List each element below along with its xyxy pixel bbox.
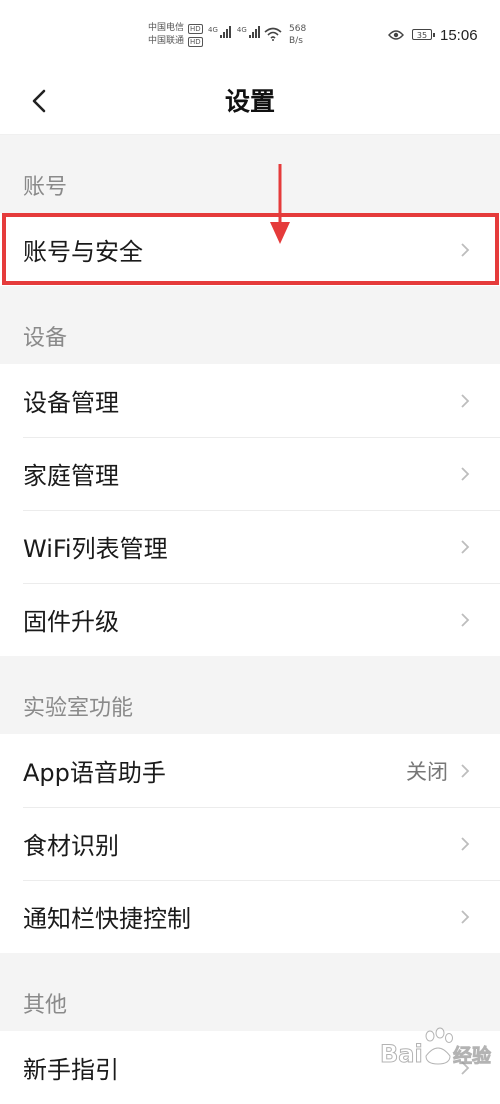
chevron-right-icon xyxy=(461,612,470,627)
settings-row-beginner-guide[interactable]: 新手指引 xyxy=(0,1031,500,1104)
hd-badge: HD xyxy=(188,23,203,34)
section-header-device: 设备 xyxy=(0,286,500,364)
signal-2-icon: 4G xyxy=(237,26,260,38)
row-label: WiFi列表管理 xyxy=(23,535,168,563)
chevron-right-icon xyxy=(461,763,470,778)
network-gen-label: 4G xyxy=(208,26,218,34)
network-gen-label: 4G xyxy=(236,26,247,34)
row-value: 关闭 xyxy=(406,759,448,784)
chevron-right-icon xyxy=(461,1060,470,1075)
nav-header: 设置 xyxy=(0,68,500,135)
settings-row-voice-assistant[interactable]: App语音助手 关闭 xyxy=(0,734,500,807)
row-label: 新手指引 xyxy=(23,1056,119,1084)
eye-icon xyxy=(388,30,404,40)
settings-row-family-management[interactable]: 家庭管理 xyxy=(0,437,500,510)
page-title: 设置 xyxy=(224,87,275,116)
carrier-info: 中国电信 HD 中国联通 HD xyxy=(148,22,203,48)
settings-row-food-recognition[interactable]: 食材识别 xyxy=(0,807,500,880)
net-speed-unit: B/s xyxy=(289,36,303,46)
section-header-lab: 实验室功能 xyxy=(0,656,500,734)
chevron-right-icon xyxy=(461,909,470,924)
wifi-icon xyxy=(264,27,282,41)
battery-level: 35 xyxy=(416,31,428,40)
battery-icon: 35 xyxy=(412,29,435,40)
row-label: 家庭管理 xyxy=(23,462,119,490)
settings-row-account-security[interactable]: 账号与安全 xyxy=(0,213,500,286)
signal-1-icon: 4G xyxy=(208,26,231,38)
hd-badge: HD xyxy=(188,36,203,47)
row-label: 食材识别 xyxy=(23,832,119,860)
carrier-1-label: 中国电信 xyxy=(148,23,185,33)
chevron-right-icon xyxy=(461,393,470,408)
settings-row-wifi-list[interactable]: WiFi列表管理 xyxy=(0,510,500,583)
settings-list: 账号 账号与安全 设备 设备管理 家庭管理 WiFi列表管理 固件升级 实验室功… xyxy=(0,135,500,1104)
net-speed: 568 B/s xyxy=(289,23,306,47)
row-label: 账号与安全 xyxy=(23,238,143,266)
chevron-right-icon xyxy=(461,242,470,257)
row-label: 通知栏快捷控制 xyxy=(23,905,191,933)
chevron-right-icon xyxy=(461,836,470,851)
status-time: 15:06 xyxy=(440,27,478,44)
settings-row-notification-control[interactable]: 通知栏快捷控制 xyxy=(0,880,500,953)
net-speed-value: 568 xyxy=(289,24,307,34)
status-bar: 中国电信 HD 中国联通 HD 4G 4G 568 B/s 35 15:06 xyxy=(0,0,500,68)
settings-row-firmware-upgrade[interactable]: 固件升级 xyxy=(0,583,500,656)
row-label: 设备管理 xyxy=(23,389,119,417)
signal-indicators: 4G 4G xyxy=(208,26,260,38)
section-header-account: 账号 xyxy=(0,135,500,213)
settings-row-device-management[interactable]: 设备管理 xyxy=(0,364,500,437)
carrier-2-label: 中国联通 xyxy=(148,36,185,46)
chevron-right-icon xyxy=(461,466,470,481)
row-label: 固件升级 xyxy=(23,608,119,636)
row-label: App语音助手 xyxy=(23,759,166,787)
chevron-right-icon xyxy=(461,539,470,554)
section-header-other: 其他 xyxy=(0,953,500,1031)
